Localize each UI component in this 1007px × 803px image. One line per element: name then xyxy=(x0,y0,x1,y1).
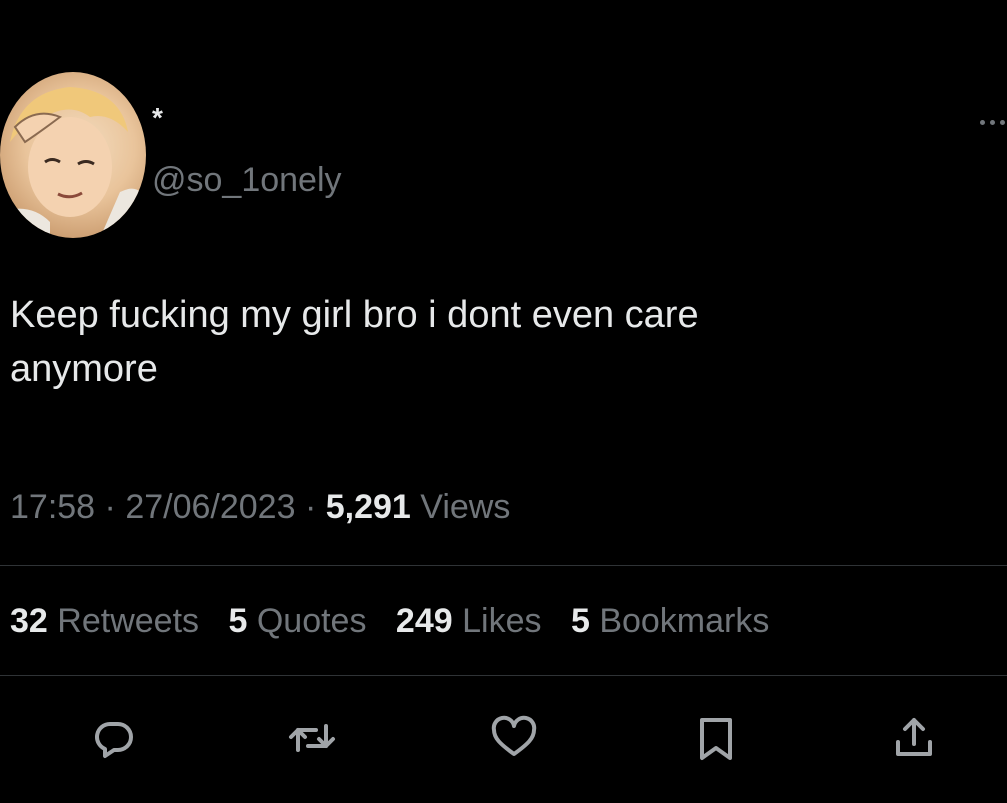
stat-count: 249 xyxy=(395,602,453,640)
avatar[interactable] xyxy=(0,72,146,238)
heart-icon xyxy=(491,715,537,756)
engagement-stats: 32 Retweets 5 Quotes 249 Likes 5 Bookmar… xyxy=(10,596,789,646)
meta-separator: · xyxy=(104,488,116,526)
stat-count: 5 xyxy=(570,602,590,640)
bookmark-icon xyxy=(700,718,732,760)
stat-count: 32 xyxy=(10,602,48,640)
stat-bookmarks[interactable]: 5 Bookmarks xyxy=(571,602,769,640)
tweet-meta: 17:58 · 27/06/2023 · 5,291 Views xyxy=(10,482,510,532)
display-name[interactable]: * xyxy=(152,104,163,132)
views-label: Views xyxy=(420,488,511,526)
views-count: 5,291 xyxy=(325,488,411,526)
handle[interactable]: @so_1onely xyxy=(152,160,342,200)
divider xyxy=(0,565,1007,566)
stat-label: Bookmarks xyxy=(599,602,770,640)
stat-label: Quotes xyxy=(256,602,367,640)
more-icon[interactable] xyxy=(978,112,1007,132)
retweet-icon xyxy=(289,724,335,752)
tweet: * @so_1onely Keep fucking my girl bro i … xyxy=(0,0,1007,803)
stat-label: Retweets xyxy=(57,602,200,640)
reply-button[interactable] xyxy=(84,708,144,768)
stat-label: Likes xyxy=(462,602,542,640)
stat-count: 5 xyxy=(228,602,248,640)
stat-quotes[interactable]: 5 Quotes xyxy=(228,602,366,640)
retweet-button[interactable] xyxy=(282,708,342,768)
action-bar xyxy=(0,708,1007,768)
divider xyxy=(0,675,1007,676)
share-button[interactable] xyxy=(884,708,944,768)
tweet-date[interactable]: 27/06/2023 xyxy=(125,488,295,526)
stat-likes[interactable]: 249 Likes xyxy=(396,602,542,640)
meta-separator: · xyxy=(304,488,317,526)
bookmark-button[interactable] xyxy=(686,708,746,768)
stat-retweets[interactable]: 32 Retweets xyxy=(10,602,199,640)
share-icon xyxy=(896,718,932,756)
reply-icon xyxy=(95,722,133,758)
avatar-illustration xyxy=(0,87,146,238)
tweet-text: Keep fucking my girl bro i dont even car… xyxy=(10,294,699,390)
like-button[interactable] xyxy=(484,708,544,768)
tweet-time[interactable]: 17:58 xyxy=(10,488,95,526)
